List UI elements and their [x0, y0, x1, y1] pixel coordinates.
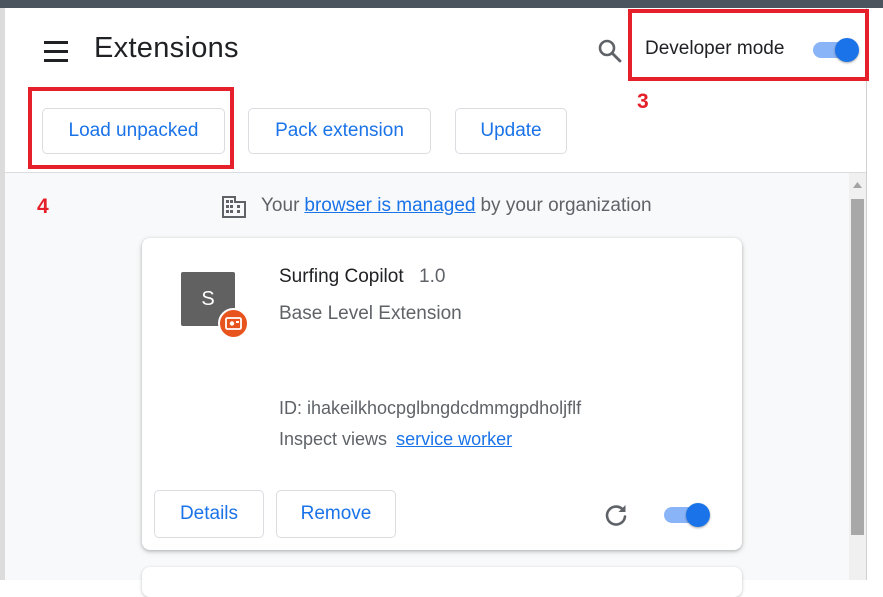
- scrollbar-thumb[interactable]: [851, 199, 864, 535]
- inspect-views-label: Inspect views: [279, 429, 388, 449]
- extension-enable-toggle[interactable]: [664, 502, 710, 528]
- policy-badge-icon: [218, 308, 249, 339]
- managed-prefix: Your: [261, 195, 300, 216]
- next-extension-card: [142, 567, 742, 597]
- building-icon: [221, 193, 247, 219]
- remove-button[interactable]: Remove: [276, 490, 396, 538]
- search-icon[interactable]: [597, 38, 623, 64]
- hamburger-menu-icon[interactable]: [43, 41, 69, 63]
- managed-notice: Your browser is managed by your organiza…: [221, 193, 652, 219]
- page-title: Extensions: [94, 32, 239, 64]
- extensions-list-area: Your browser is managed by your organiza…: [5, 173, 849, 597]
- scroll-up-arrow-icon[interactable]: [849, 173, 866, 197]
- annotation-label-4: 4: [37, 195, 49, 218]
- details-button[interactable]: Details: [154, 490, 264, 538]
- adjacent-window-edge: [866, 8, 883, 580]
- annotation-label-3: 3: [637, 90, 649, 113]
- service-worker-link[interactable]: service worker: [396, 429, 512, 449]
- extension-id: ID: ihakeilkhocpglbngdcdmmgpdholjflf: [279, 398, 582, 418]
- extension-version: 1.0: [419, 266, 446, 287]
- managed-suffix: by your organization: [480, 195, 652, 216]
- extension-name: Surfing Copilot: [279, 266, 404, 287]
- update-button[interactable]: Update: [455, 108, 567, 154]
- inspect-views: Inspect views service worker: [279, 429, 512, 450]
- window-top-strip: [0, 0, 883, 8]
- annotation-box-4: [28, 87, 234, 169]
- annotation-box-3: [628, 9, 869, 81]
- extension-card: S Surfing Copilot 1.0 Base Level Extensi…: [142, 238, 742, 550]
- reload-icon[interactable]: [602, 501, 630, 529]
- extension-description: Base Level Extension: [279, 303, 462, 324]
- vertical-scrollbar[interactable]: [849, 173, 866, 580]
- pack-extension-button[interactable]: Pack extension: [248, 108, 431, 154]
- browser-managed-link[interactable]: browser is managed: [304, 195, 475, 217]
